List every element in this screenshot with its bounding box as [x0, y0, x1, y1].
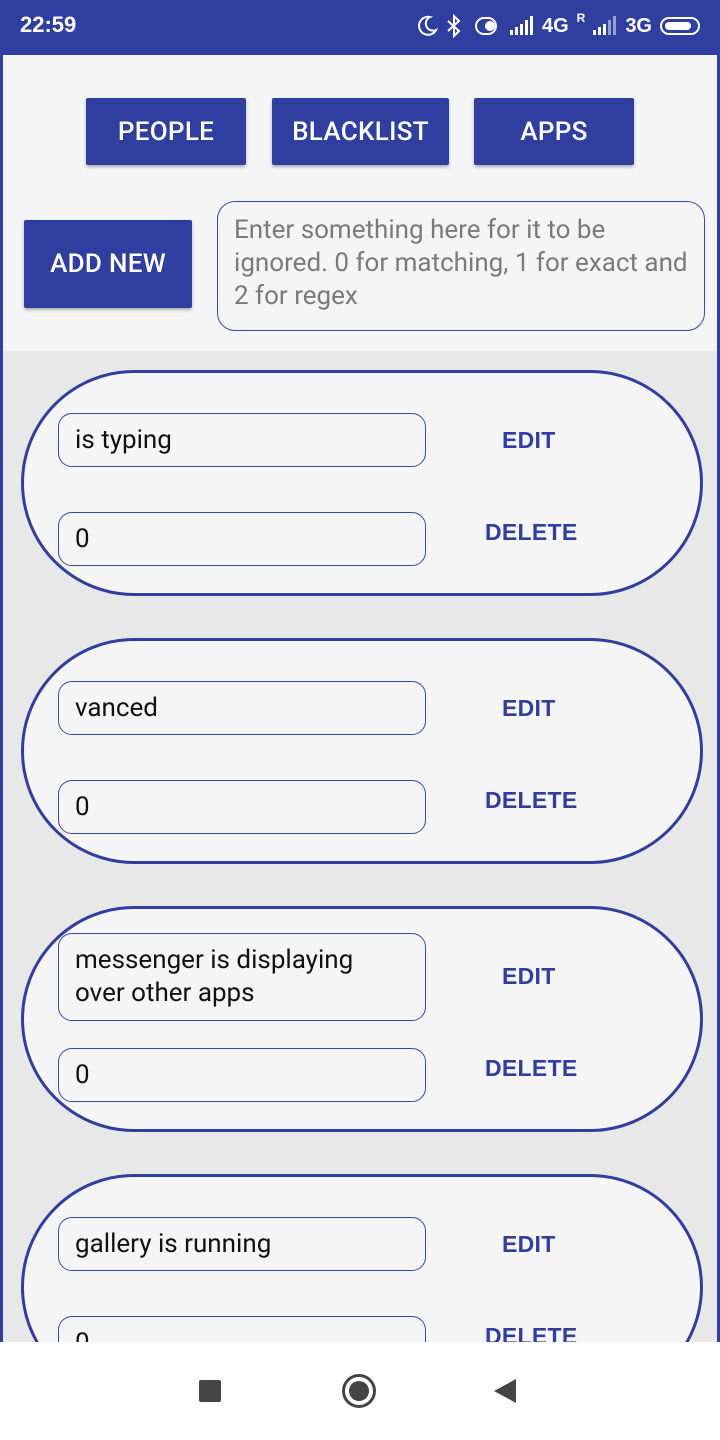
item-mode-field[interactable]: 0: [58, 780, 426, 834]
item-text-field[interactable]: messenger is displaying over other apps: [58, 933, 426, 1021]
item-text-field[interactable]: vanced: [58, 681, 426, 735]
status-bar: 22:59 4G R 3G: [0, 0, 720, 52]
item-mode-field[interactable]: 0: [58, 1048, 426, 1102]
battery-icon: [660, 17, 700, 35]
add-new-button[interactable]: ADD NEW: [24, 220, 192, 308]
back-icon[interactable]: [494, 1379, 516, 1403]
delete-button[interactable]: DELETE: [485, 1323, 578, 1342]
bluetooth-icon: [446, 14, 462, 38]
clock: 22:59: [20, 12, 77, 37]
delete-button[interactable]: DELETE: [485, 787, 578, 814]
status-icons: 4G R 3G: [416, 10, 700, 42]
list-item: gallery is running 0 EDIT DELETE: [21, 1174, 703, 1342]
list-item: messenger is displaying over other apps …: [21, 906, 703, 1132]
controls-panel: PEOPLE BLACKLIST APPS ADD NEW Enter some…: [0, 52, 720, 354]
network-type-2: 3G: [625, 14, 652, 37]
signal-icon: [593, 16, 617, 36]
item-text-field[interactable]: is typing: [58, 413, 426, 467]
blacklist-list: is typing 0 EDIT DELETE vanced 0 EDIT DE…: [0, 351, 720, 1342]
recents-icon[interactable]: [199, 1380, 221, 1402]
navigation-bar: [0, 1342, 720, 1440]
roaming-indicator: R: [576, 11, 586, 25]
apps-button[interactable]: APPS: [474, 98, 634, 165]
blacklist-button[interactable]: BLACKLIST: [272, 98, 449, 165]
new-entry-input[interactable]: Enter something here for it to be ignore…: [217, 201, 705, 331]
signal-icon: [509, 16, 534, 36]
home-icon[interactable]: [342, 1374, 376, 1408]
item-text-field[interactable]: gallery is running: [58, 1217, 426, 1271]
people-button[interactable]: PEOPLE: [86, 98, 246, 165]
list-item: vanced 0 EDIT DELETE: [21, 638, 703, 864]
edit-button[interactable]: EDIT: [502, 427, 556, 454]
edit-button[interactable]: EDIT: [502, 1231, 556, 1258]
network-type-1: 4G: [541, 14, 569, 37]
edit-button[interactable]: EDIT: [502, 963, 556, 990]
moon-icon: [416, 15, 438, 37]
item-mode-field[interactable]: 0: [58, 512, 426, 566]
item-mode-field[interactable]: 0: [58, 1316, 426, 1342]
edit-button[interactable]: EDIT: [502, 695, 556, 722]
delete-button[interactable]: DELETE: [485, 1055, 578, 1082]
delete-button[interactable]: DELETE: [485, 519, 578, 546]
list-item: is typing 0 EDIT DELETE: [21, 370, 703, 596]
vibrate-icon: [470, 15, 502, 37]
